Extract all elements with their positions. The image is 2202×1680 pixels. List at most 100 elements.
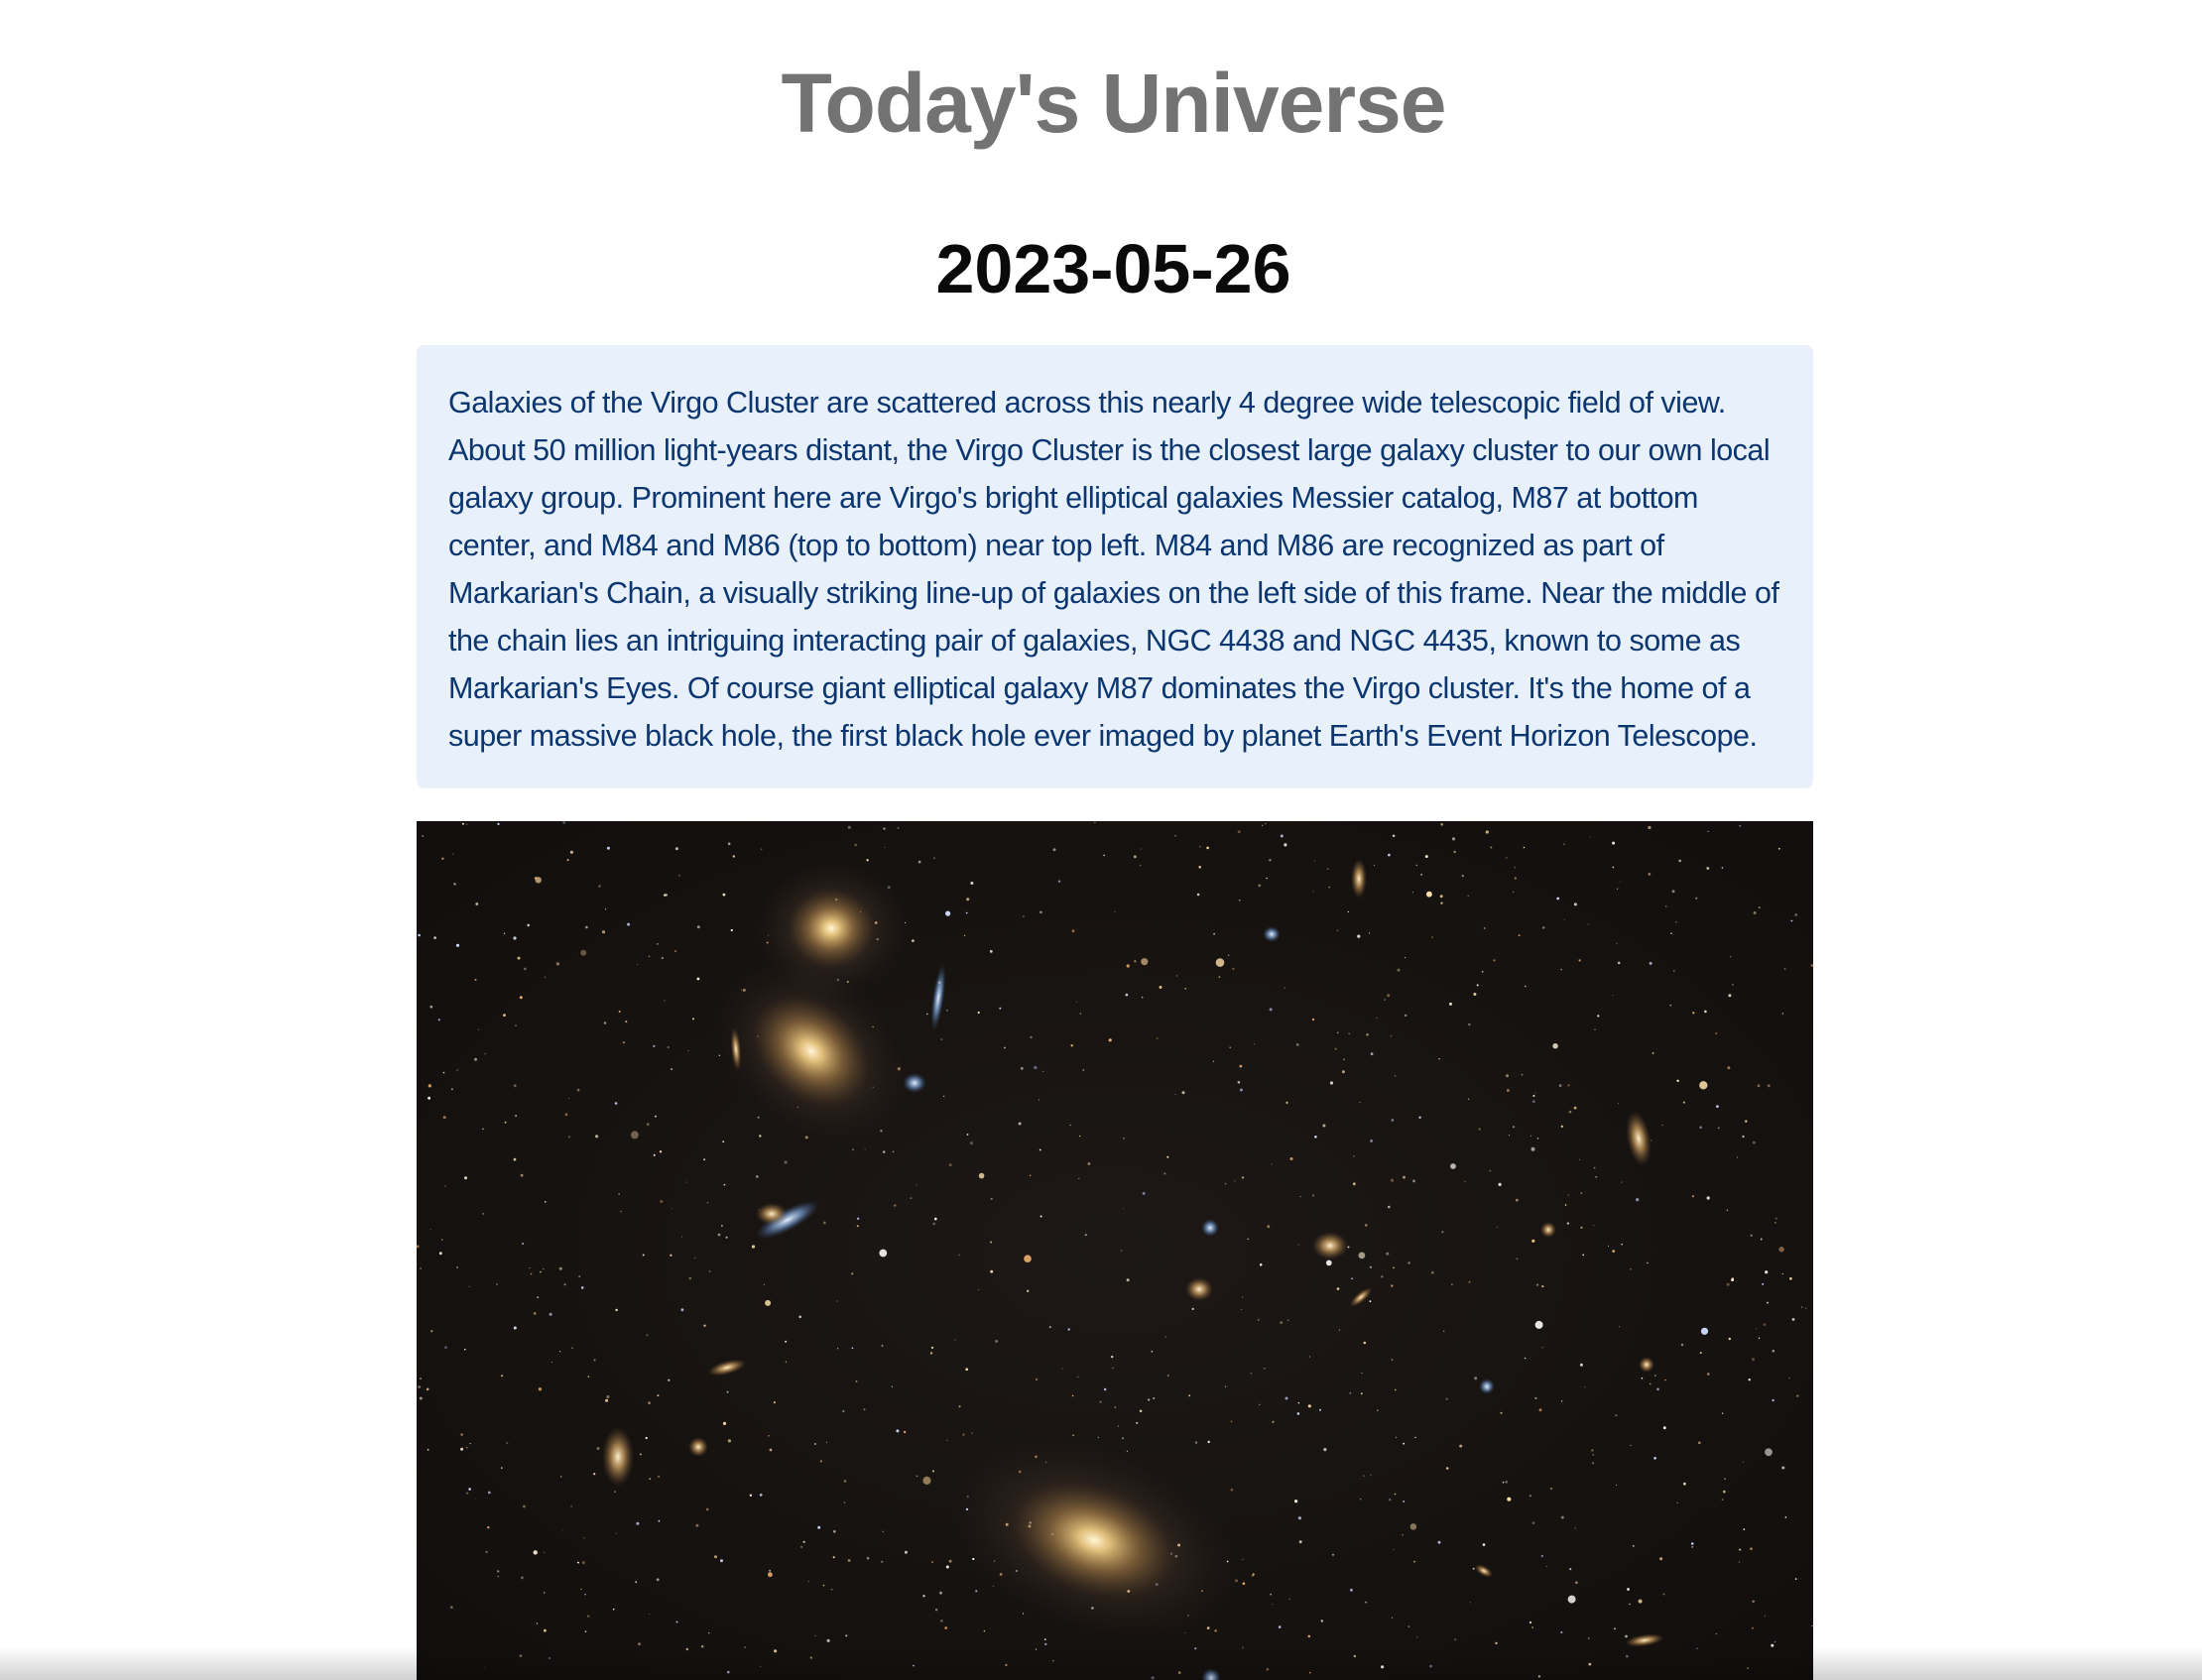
star xyxy=(1652,1052,1654,1054)
star xyxy=(420,1378,422,1380)
star xyxy=(721,1225,723,1227)
star xyxy=(1233,1180,1236,1182)
star xyxy=(773,1401,776,1404)
star xyxy=(1018,1122,1022,1126)
star xyxy=(1483,927,1486,929)
star xyxy=(1407,1261,1410,1264)
star xyxy=(1532,1095,1535,1097)
star xyxy=(1369,1265,1372,1268)
star xyxy=(1262,824,1264,826)
star xyxy=(1103,854,1105,857)
star xyxy=(836,1300,838,1302)
star xyxy=(1250,1373,1252,1375)
star xyxy=(932,1222,936,1226)
star xyxy=(1767,1084,1771,1088)
star xyxy=(1648,825,1652,830)
star xyxy=(530,1272,533,1275)
star xyxy=(1307,1404,1311,1408)
star xyxy=(1384,999,1387,1001)
star xyxy=(1114,910,1116,913)
star xyxy=(1469,1602,1471,1604)
star xyxy=(1636,1198,1640,1202)
star xyxy=(944,1626,947,1629)
star xyxy=(1721,867,1724,869)
star xyxy=(1364,1224,1368,1227)
star xyxy=(1040,1215,1042,1218)
star xyxy=(627,922,631,926)
star xyxy=(963,934,966,937)
star xyxy=(1272,1604,1274,1606)
star xyxy=(1347,910,1349,913)
star xyxy=(708,1632,710,1634)
star xyxy=(1412,1179,1415,1183)
star xyxy=(1514,877,1517,880)
star xyxy=(583,1537,585,1539)
star xyxy=(1752,1140,1756,1144)
star xyxy=(722,1140,725,1142)
star xyxy=(831,1589,833,1591)
star xyxy=(1370,1052,1374,1056)
star xyxy=(851,1347,854,1350)
star xyxy=(1141,996,1144,999)
star xyxy=(1706,1196,1710,1200)
star xyxy=(615,1532,617,1534)
star xyxy=(891,1385,894,1387)
star xyxy=(605,1398,609,1402)
star xyxy=(701,1645,704,1648)
star xyxy=(1323,1448,1327,1452)
star xyxy=(843,1480,847,1483)
star xyxy=(1294,1500,1298,1503)
star xyxy=(1024,1255,1032,1262)
star xyxy=(1296,1412,1300,1415)
star xyxy=(1616,942,1618,944)
star xyxy=(708,1270,711,1272)
star xyxy=(1512,891,1515,894)
star xyxy=(1307,1634,1311,1638)
star xyxy=(1151,1350,1154,1353)
astronomy-picture xyxy=(417,821,1813,1680)
star xyxy=(977,1011,980,1015)
star xyxy=(521,1576,524,1580)
star xyxy=(1122,1437,1125,1440)
star xyxy=(904,1550,908,1554)
star xyxy=(1403,1175,1406,1179)
star xyxy=(1224,1182,1227,1185)
star xyxy=(1242,1559,1244,1561)
star xyxy=(926,1013,928,1016)
star xyxy=(513,936,517,940)
star xyxy=(1563,843,1565,845)
star xyxy=(1247,1238,1249,1241)
star xyxy=(1560,1400,1563,1402)
star xyxy=(769,1448,773,1452)
star xyxy=(1574,1527,1577,1529)
star xyxy=(1370,1474,1372,1476)
star xyxy=(1728,1337,1732,1341)
star xyxy=(1166,1375,1169,1377)
star xyxy=(1467,895,1469,897)
star xyxy=(1133,855,1137,859)
star xyxy=(768,1435,770,1437)
star xyxy=(1311,1018,1315,1021)
star xyxy=(468,1285,470,1287)
star xyxy=(939,1620,943,1622)
star xyxy=(1521,1073,1524,1076)
star xyxy=(670,1254,673,1257)
star xyxy=(1325,1260,1332,1266)
star xyxy=(1659,1557,1663,1561)
star xyxy=(722,893,726,897)
star xyxy=(1284,987,1285,989)
star xyxy=(1781,1272,1784,1275)
star xyxy=(1242,1296,1244,1298)
star xyxy=(1298,1540,1302,1544)
star xyxy=(1612,866,1615,869)
star xyxy=(484,1052,486,1055)
star xyxy=(1500,1411,1503,1414)
star xyxy=(881,1560,884,1563)
star xyxy=(769,1569,772,1572)
star xyxy=(1365,1601,1368,1604)
star xyxy=(1593,1166,1596,1169)
galaxy xyxy=(1479,1379,1495,1394)
star xyxy=(1134,960,1137,963)
star xyxy=(519,996,523,1000)
star xyxy=(625,1020,628,1023)
